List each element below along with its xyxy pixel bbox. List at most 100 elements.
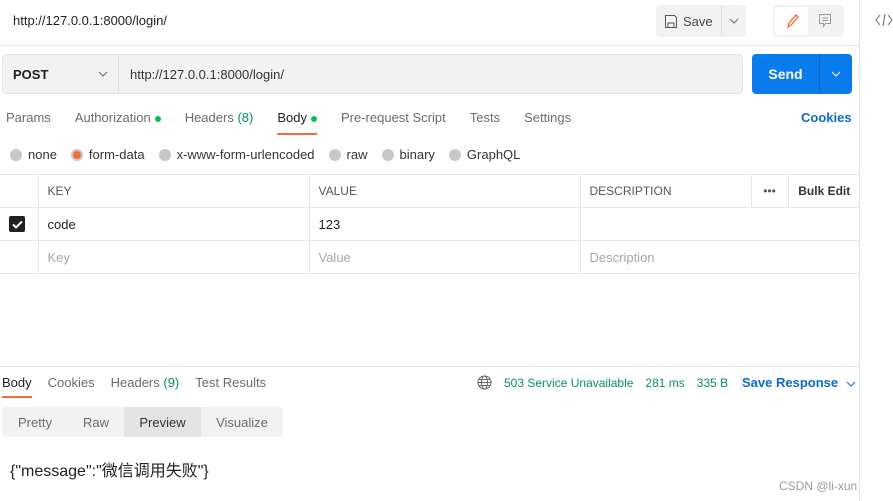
- description-input[interactable]: Description: [579, 240, 860, 274]
- radio-none[interactable]: none: [10, 147, 57, 162]
- radio-circle: [158, 148, 171, 161]
- radio-binary[interactable]: binary: [381, 147, 435, 162]
- view-tab-raw[interactable]: Raw: [68, 407, 124, 437]
- tab-tests[interactable]: Tests: [470, 110, 500, 135]
- code-icon[interactable]: [875, 14, 893, 26]
- radio-graphql[interactable]: GraphQL: [448, 147, 521, 162]
- checkbox[interactable]: [9, 216, 25, 232]
- radio-circle: [328, 148, 341, 161]
- tab-label: Body: [277, 110, 307, 125]
- view-tab-visualize[interactable]: Visualize: [201, 407, 283, 437]
- request-bar: POST http://127.0.0.1:8000/login/: [2, 54, 743, 94]
- more-options-button[interactable]: •••: [750, 174, 789, 208]
- response-time[interactable]: 281 ms: [645, 376, 684, 390]
- save-label: Save: [683, 13, 713, 29]
- column-description: DESCRIPTION: [579, 174, 752, 208]
- chevron-down-icon: [98, 71, 108, 77]
- table-row-new: Key Value Description: [0, 240, 860, 274]
- response-tab-headers[interactable]: Headers (9): [111, 375, 180, 398]
- radio-label: x-www-form-urlencoded: [176, 147, 315, 162]
- save-button[interactable]: Save: [656, 5, 722, 37]
- chevron-down-icon: [846, 381, 856, 387]
- response-tabs: Body Cookies Headers (9) Test Results: [2, 375, 282, 398]
- tab-headers[interactable]: Headers (8): [185, 110, 254, 135]
- tab-body[interactable]: Body: [277, 110, 317, 135]
- checkbox-column: [0, 174, 39, 208]
- status-code[interactable]: 503 Service Unavailable: [504, 376, 633, 390]
- tab-authorization[interactable]: Authorization: [75, 110, 161, 135]
- save-group: Save: [656, 5, 746, 37]
- radio-label: binary: [399, 147, 435, 162]
- table-header: KEY VALUE DESCRIPTION ••• Bulk Edit: [0, 174, 860, 208]
- tab-label: Authorization: [74, 110, 151, 125]
- right-sidebar: [859, 0, 893, 501]
- globe-icon[interactable]: [477, 375, 492, 390]
- description-cell[interactable]: [579, 207, 860, 241]
- watermark: CSDN @li-xun: [779, 479, 858, 493]
- body-type-radios: none form-data x-www-form-urlencoded raw…: [10, 147, 534, 162]
- url-input[interactable]: http://127.0.0.1:8000/login/: [119, 55, 284, 93]
- radio-circle: [381, 148, 394, 161]
- send-dropdown-button[interactable]: [820, 54, 852, 94]
- edit-mode-button[interactable]: [775, 7, 808, 35]
- response-size[interactable]: 335 B: [697, 376, 728, 390]
- comment-mode-button[interactable]: [808, 7, 841, 35]
- value-cell[interactable]: 123: [308, 207, 581, 241]
- response-tab-body[interactable]: Body: [2, 375, 32, 398]
- check-icon: [11, 220, 23, 229]
- chevron-down-icon: [729, 18, 738, 24]
- column-key: KEY: [37, 174, 310, 208]
- radio-form-data[interactable]: form-data: [70, 147, 145, 162]
- mode-toggle: [773, 5, 844, 37]
- radio-label: raw: [346, 147, 368, 162]
- response-tab-cookies[interactable]: Cookies: [48, 375, 95, 398]
- response-divider: [0, 366, 860, 367]
- form-data-table: KEY VALUE DESCRIPTION ••• Bulk Edit code…: [0, 174, 860, 274]
- radio-label: GraphQL: [466, 147, 521, 162]
- radio-label: form-data: [88, 147, 145, 162]
- chevron-down-icon: [831, 71, 841, 77]
- save-dropdown-button[interactable]: [722, 5, 746, 37]
- table-row: code 123: [0, 207, 860, 241]
- method-select[interactable]: POST: [3, 55, 119, 93]
- row-checkbox-cell: [0, 207, 39, 241]
- tab-label: Pre-request Script: [340, 110, 446, 125]
- tab-label: Tests: [469, 110, 501, 125]
- tab-settings[interactable]: Settings: [524, 110, 571, 135]
- cookies-link[interactable]: Cookies: [801, 110, 852, 125]
- view-tabs: Pretty Raw Preview Visualize: [2, 407, 283, 437]
- response-tab-test-results[interactable]: Test Results: [195, 375, 266, 398]
- status-dot: [310, 115, 317, 122]
- radio-label: none: [28, 147, 57, 162]
- key-cell[interactable]: code: [37, 207, 310, 241]
- column-value: VALUE: [308, 174, 581, 208]
- bulk-edit-button[interactable]: Bulk Edit: [787, 174, 860, 208]
- save-response-button[interactable]: Save Response: [741, 375, 856, 390]
- save-icon: [665, 14, 677, 28]
- tab-label: Params: [6, 110, 51, 125]
- tab-pre-request-script[interactable]: Pre-request Script: [341, 110, 446, 135]
- tab-label: Headers: [110, 375, 160, 390]
- radio-circle: [448, 148, 461, 161]
- row-checkbox-cell: [0, 240, 39, 274]
- radio-raw[interactable]: raw: [328, 147, 368, 162]
- save-response-label: Save Response: [742, 375, 839, 390]
- radio-circle: [10, 148, 22, 161]
- comment-icon: [818, 14, 831, 29]
- response-status: 503 Service Unavailable 281 ms 335 B: [477, 375, 740, 390]
- main-panel: http://127.0.0.1:8000/login/ Save POST h…: [0, 0, 860, 501]
- tab-label: Settings: [524, 110, 572, 125]
- value-input[interactable]: Value: [308, 240, 581, 274]
- send-button[interactable]: Send: [752, 54, 820, 94]
- response-body: {"message":"微信调用失败"}: [10, 463, 209, 480]
- status-dot: [154, 115, 161, 122]
- radio-x-www-form-urlencoded[interactable]: x-www-form-urlencoded: [158, 147, 315, 162]
- key-input[interactable]: Key: [37, 240, 310, 274]
- view-tab-pretty[interactable]: Pretty: [2, 407, 68, 437]
- count-badge: (8): [237, 110, 254, 125]
- view-tab-preview[interactable]: Preview: [124, 407, 201, 437]
- count-badge: (9): [163, 375, 180, 390]
- request-title[interactable]: http://127.0.0.1:8000/login/: [13, 13, 167, 28]
- pencil-icon: [786, 14, 799, 29]
- tab-params[interactable]: Params: [6, 110, 51, 135]
